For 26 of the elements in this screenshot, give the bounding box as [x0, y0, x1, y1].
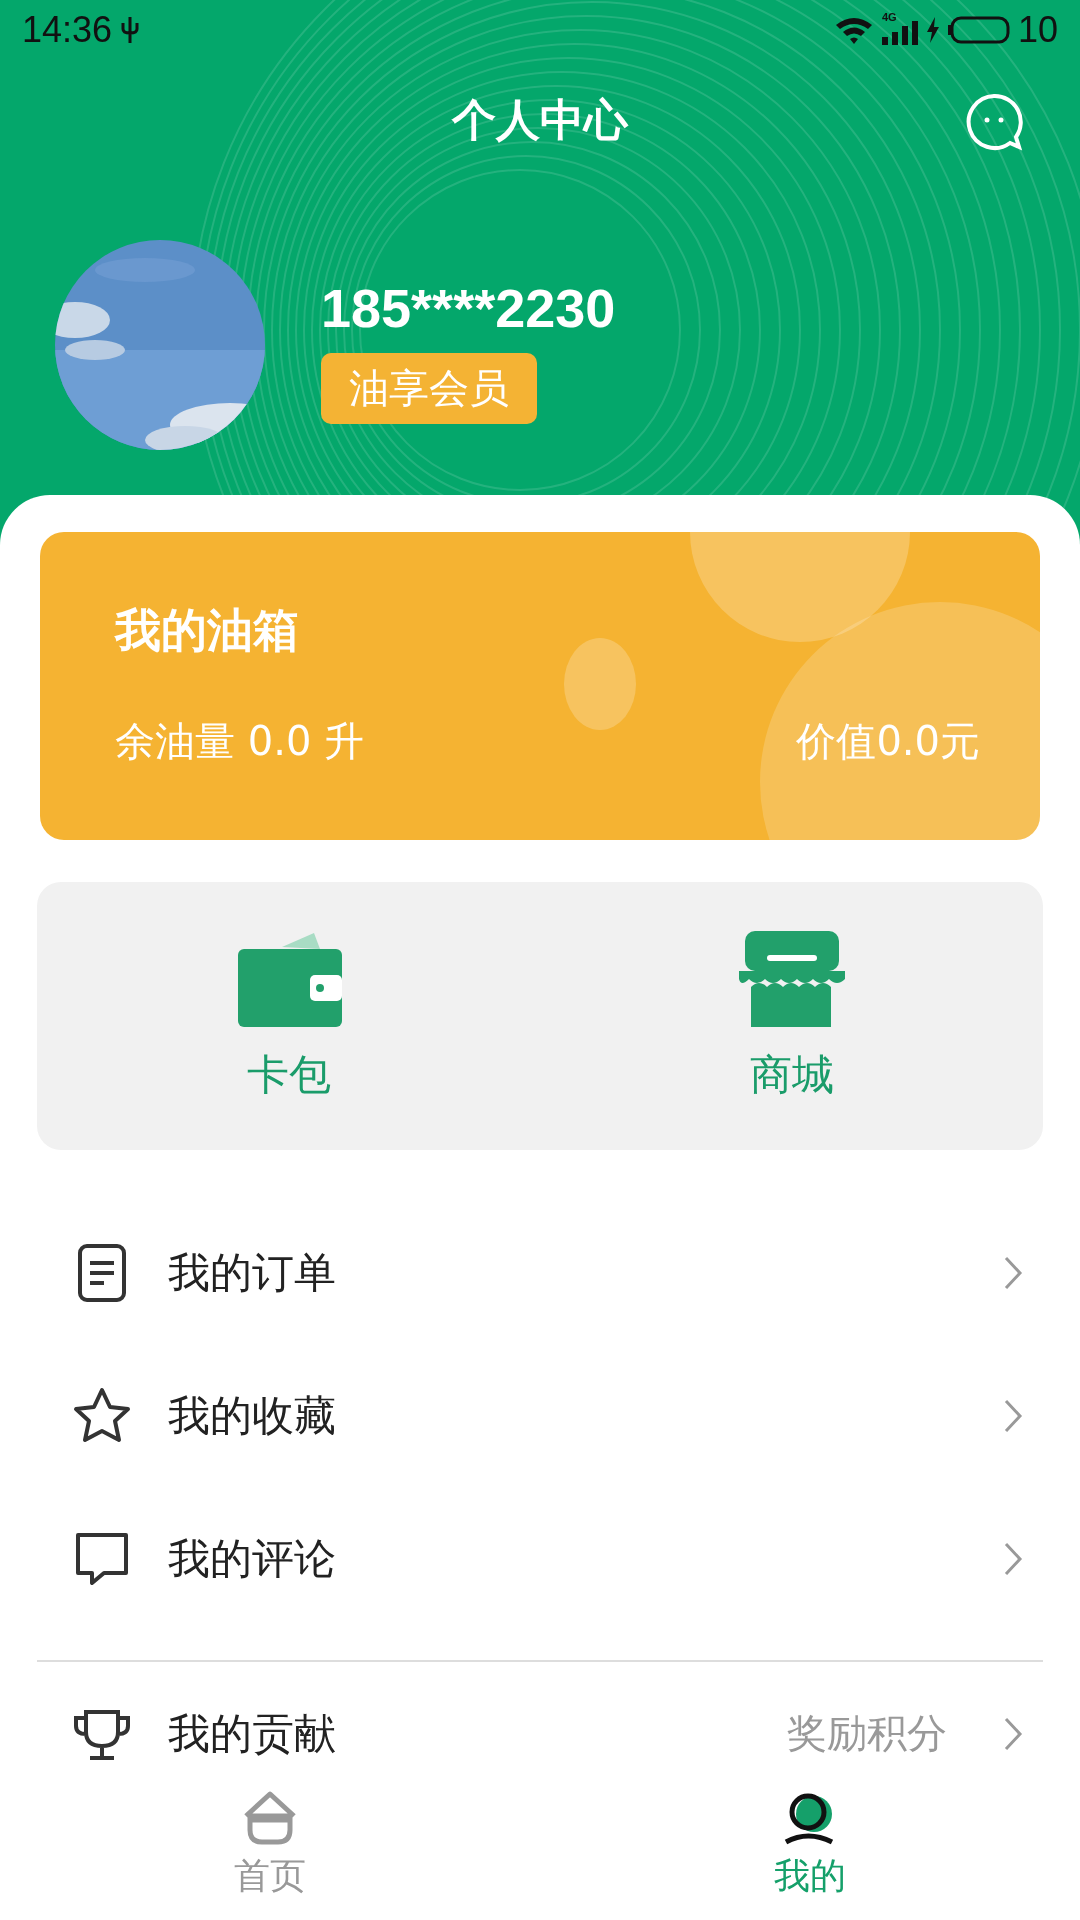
remaining-oil: 余油量 0.0 升: [115, 717, 365, 766]
store-icon: [736, 929, 847, 1029]
tab-item[interactable]: 我的: [540, 1770, 1080, 1920]
oil-value: 价值0.0元: [796, 717, 980, 766]
status-time: 14:36: [22, 9, 113, 51]
menu-item[interactable]: 我的收藏: [37, 1344, 1043, 1487]
usb-icon: [120, 15, 141, 45]
shortcut-item[interactable]: 商城: [540, 882, 1043, 1150]
chevron-icon: [1003, 1540, 1023, 1577]
tab-item[interactable]: 首页: [0, 1770, 540, 1920]
menu-item[interactable]: 我的订单: [37, 1201, 1043, 1344]
chevron-icon: [1003, 1254, 1023, 1291]
menu-item[interactable]: 我的贡献 奖励积分: [37, 1662, 1043, 1770]
menu-item[interactable]: 我的评论: [37, 1487, 1043, 1630]
battery-icon: [947, 16, 1010, 44]
oil-tank-card[interactable]: 我的油箱 余油量 0.0 升 价值0.0元: [40, 532, 1040, 840]
member-badge: 油享会员: [321, 352, 537, 424]
page-title: 个人中心: [452, 92, 628, 147]
user-phone: 185****2230: [321, 276, 616, 339]
battery-level: 10: [1017, 9, 1058, 51]
tank-title: 我的油箱: [115, 602, 299, 659]
chevron-icon: [1003, 1397, 1023, 1434]
chevron-icon: [1003, 1715, 1023, 1752]
shortcut-item[interactable]: 卡包: [37, 882, 540, 1150]
charging-icon: [925, 17, 940, 43]
chat-bubble-icon[interactable]: [964, 92, 1024, 152]
